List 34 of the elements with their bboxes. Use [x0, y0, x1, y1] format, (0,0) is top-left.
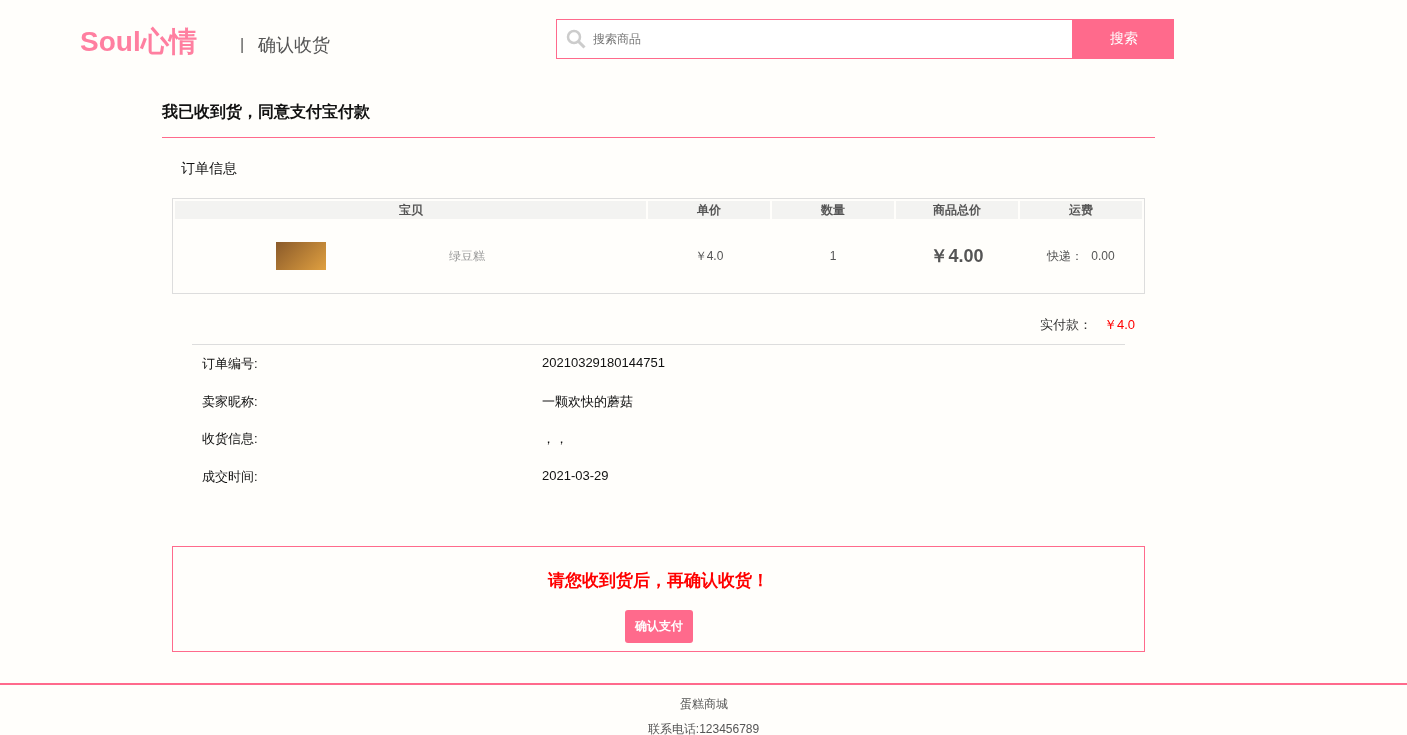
footer-text: 蛋糕商城	[679, 696, 728, 713]
search-button[interactable]: 搜索	[1073, 19, 1175, 59]
search-icon	[566, 29, 587, 49]
footer-text: 联系电话:123456789	[647, 721, 760, 735]
section-label: 订单信息	[181, 160, 237, 176]
quantity: 1	[829, 249, 837, 263]
detail-value: 20210329180144751	[542, 355, 665, 372]
paid-label: 实付款：	[1039, 316, 1092, 332]
unit-price: ￥4.0	[694, 248, 724, 263]
column-header: 商品总价	[896, 201, 1018, 219]
detail-label: 成交时间:	[202, 468, 258, 484]
product-name[interactable]: 绿豆糕	[449, 247, 485, 265]
detail-label: 订单编号:	[202, 356, 258, 371]
separator: |	[240, 36, 245, 54]
column-header: 运费	[1020, 201, 1142, 219]
detail-value: ，，	[542, 430, 568, 448]
detail-value: 2021-03-29	[542, 467, 609, 485]
detail-label: 收货信息:	[202, 431, 258, 446]
confirm-message: 请您收到货后，再确认收货！	[548, 570, 769, 592]
page-title: 确认收货	[258, 34, 332, 57]
paid-amount: ￥4.0	[1103, 316, 1135, 332]
total-price: ￥4.00	[930, 246, 984, 266]
confirm-pay-button[interactable]: 确认支付	[624, 610, 693, 643]
search-field[interactable]: 搜索商品	[556, 19, 1074, 59]
section-title: 我已收到货，同意支付宝付款	[162, 80, 1155, 138]
column-header: 宝贝	[175, 201, 646, 219]
product-photo-placeholder	[276, 242, 326, 270]
shipping-fee: 0.00	[1091, 248, 1115, 263]
detail-value: 一颗欢快的蘑菇	[542, 392, 633, 411]
logo[interactable]: Soul心情	[80, 23, 240, 61]
shipping-label: 快递：	[1047, 248, 1084, 263]
column-header: 单价	[648, 201, 770, 219]
column-header: 数量	[772, 201, 894, 219]
detail-label: 卖家昵称:	[202, 393, 258, 409]
